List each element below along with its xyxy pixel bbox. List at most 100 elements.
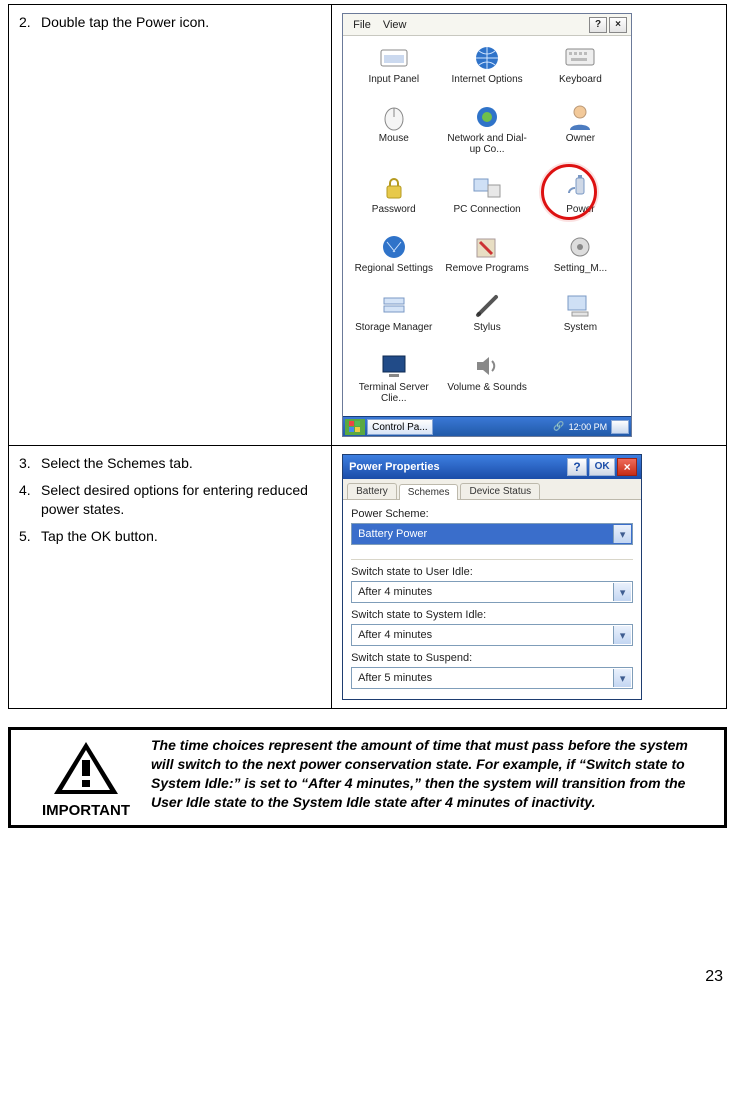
cp-item-label: Internet Options — [452, 74, 523, 85]
cp-item-internet-options[interactable]: Internet Options — [440, 44, 533, 93]
cp-item-stylus[interactable]: Stylus — [440, 292, 533, 341]
owner-icon — [564, 103, 596, 131]
cp-item-label: Stylus — [473, 322, 500, 333]
highlight-circle — [541, 164, 597, 220]
important-box: IMPORTANT The time choices represent the… — [8, 727, 727, 828]
step-2-cell: 2. Double tap the Power icon. — [9, 5, 332, 446]
cp-item-label: System — [564, 322, 597, 333]
cp-item-network[interactable]: Network and Dial-up Co... — [440, 103, 533, 163]
cp-item-label: Volume & Sounds — [447, 382, 527, 393]
user-idle-label: Switch state to User Idle: — [351, 566, 633, 578]
cp-item-keyboard[interactable]: Keyboard — [534, 44, 627, 93]
cp-item-terminal[interactable]: Terminal Server Clie... — [347, 352, 440, 412]
system-idle-value: After 4 minutes — [358, 629, 432, 641]
chevron-down-icon: ▾ — [613, 583, 631, 601]
cp-item-pc-connection[interactable]: PC Connection — [440, 174, 533, 223]
power-properties-window: Power Properties ? OK × Battery Schemes … — [342, 454, 642, 700]
system-idle-select[interactable]: After 4 minutes ▾ — [351, 624, 633, 646]
menu-view[interactable]: View — [377, 17, 413, 33]
tray-network-icon[interactable]: 🔗 — [551, 421, 566, 432]
terminal-icon — [378, 352, 410, 380]
taskbar-task[interactable]: Control Pa... — [367, 419, 433, 435]
suspend-select[interactable]: After 5 minutes ▾ — [351, 667, 633, 689]
help-button[interactable]: ? — [589, 17, 607, 33]
cp-item-mouse[interactable]: Mouse — [347, 103, 440, 163]
close-button[interactable]: × — [609, 17, 627, 33]
lock-icon — [378, 174, 410, 202]
tray-clock: 12:00 PM — [567, 422, 610, 432]
cp-item-system[interactable]: System — [534, 292, 627, 341]
divider — [351, 559, 633, 560]
step-5: 5. Tap the OK button. — [19, 527, 321, 546]
cp-item-label: Network and Dial-up Co... — [442, 133, 531, 155]
cp-item-label: Keyboard — [559, 74, 602, 85]
suspend-label: Switch state to Suspend: — [351, 652, 633, 664]
chevron-down-icon: ▾ — [613, 525, 631, 543]
settings-icon — [564, 233, 596, 261]
step-2-number: 2. — [19, 13, 41, 32]
chevron-down-icon: ▾ — [613, 669, 631, 687]
cp-item-label: Input Panel — [368, 74, 419, 85]
cp-item-password[interactable]: Password — [347, 174, 440, 223]
important-caption: IMPORTANT — [42, 802, 130, 819]
pp-titlebar: Power Properties ? OK × — [343, 455, 641, 479]
cp-item-label: PC Connection — [453, 204, 520, 215]
control-panel-window: File View ? × Input Panel — [342, 13, 632, 437]
step-4-text: Select desired options for entering redu… — [41, 481, 321, 519]
system-idle-label: Switch state to System Idle: — [351, 609, 633, 621]
remove-programs-icon — [471, 233, 503, 261]
input-panel-icon — [378, 44, 410, 72]
cp-item-remove-programs[interactable]: Remove Programs — [440, 233, 533, 282]
pp-ok-button[interactable]: OK — [589, 458, 615, 476]
taskbar: Control Pa... 🔗 12:00 PM — [343, 416, 631, 436]
control-panel-icons: Input Panel Internet Options Keyboard — [343, 36, 631, 416]
cp-item-label: Password — [372, 204, 416, 215]
step-3: 3. Select the Schemes tab. — [19, 454, 321, 473]
cp-item-label: Mouse — [379, 133, 409, 144]
cp-item-regional[interactable]: Regional Settings — [347, 233, 440, 282]
cp-item-input-panel[interactable]: Input Panel — [347, 44, 440, 93]
scheme-select[interactable]: Battery Power ▾ — [351, 523, 633, 545]
step-2-screenshot-cell: File View ? × Input Panel — [332, 5, 727, 446]
step-2-text: Double tap the Power icon. — [41, 13, 209, 32]
pp-tabs: Battery Schemes Device Status — [343, 479, 641, 500]
important-icon-block: IMPORTANT — [21, 736, 151, 819]
step-5-number: 5. — [19, 527, 41, 546]
tab-schemes[interactable]: Schemes — [399, 484, 459, 500]
suspend-value: After 5 minutes — [358, 672, 432, 684]
pc-connection-icon — [471, 174, 503, 202]
cp-item-label: Storage Manager — [355, 322, 432, 333]
page-number: 23 — [8, 968, 727, 986]
instruction-table: 2. Double tap the Power icon. File View … — [8, 4, 727, 709]
user-idle-value: After 4 minutes — [358, 586, 432, 598]
cp-item-label: Regional Settings — [355, 263, 433, 274]
cp-item-volume[interactable]: Volume & Sounds — [440, 352, 533, 412]
volume-icon — [471, 352, 503, 380]
tray-keyboard-icon[interactable] — [611, 420, 629, 434]
tab-device-status[interactable]: Device Status — [460, 483, 540, 499]
start-button[interactable] — [345, 419, 365, 435]
storage-icon — [378, 292, 410, 320]
cp-item-owner[interactable]: Owner — [534, 103, 627, 163]
stylus-icon — [471, 292, 503, 320]
cp-item-storage[interactable]: Storage Manager — [347, 292, 440, 341]
step-3-text: Select the Schemes tab. — [41, 454, 193, 473]
cp-item-setting-m[interactable]: Setting_M... — [534, 233, 627, 282]
steps-3-5-screenshot-cell: Power Properties ? OK × Battery Schemes … — [332, 446, 727, 709]
network-icon — [471, 103, 503, 131]
menu-file[interactable]: File — [347, 17, 377, 33]
cp-item-label: Remove Programs — [445, 263, 528, 274]
step-5-text: Tap the OK button. — [41, 527, 158, 546]
scheme-value: Battery Power — [358, 528, 427, 540]
regional-icon — [378, 233, 410, 261]
step-4-number: 4. — [19, 481, 41, 519]
pp-help-button[interactable]: ? — [567, 458, 587, 476]
globe-icon — [471, 44, 503, 72]
mouse-icon — [378, 103, 410, 131]
steps-3-5-cell: 3. Select the Schemes tab. 4. Select des… — [9, 446, 332, 709]
user-idle-select[interactable]: After 4 minutes ▾ — [351, 581, 633, 603]
important-text: The time choices represent the amount of… — [151, 736, 714, 819]
pp-close-button[interactable]: × — [617, 458, 637, 476]
cp-item-label: Terminal Server Clie... — [349, 382, 438, 404]
tab-battery[interactable]: Battery — [347, 483, 397, 499]
